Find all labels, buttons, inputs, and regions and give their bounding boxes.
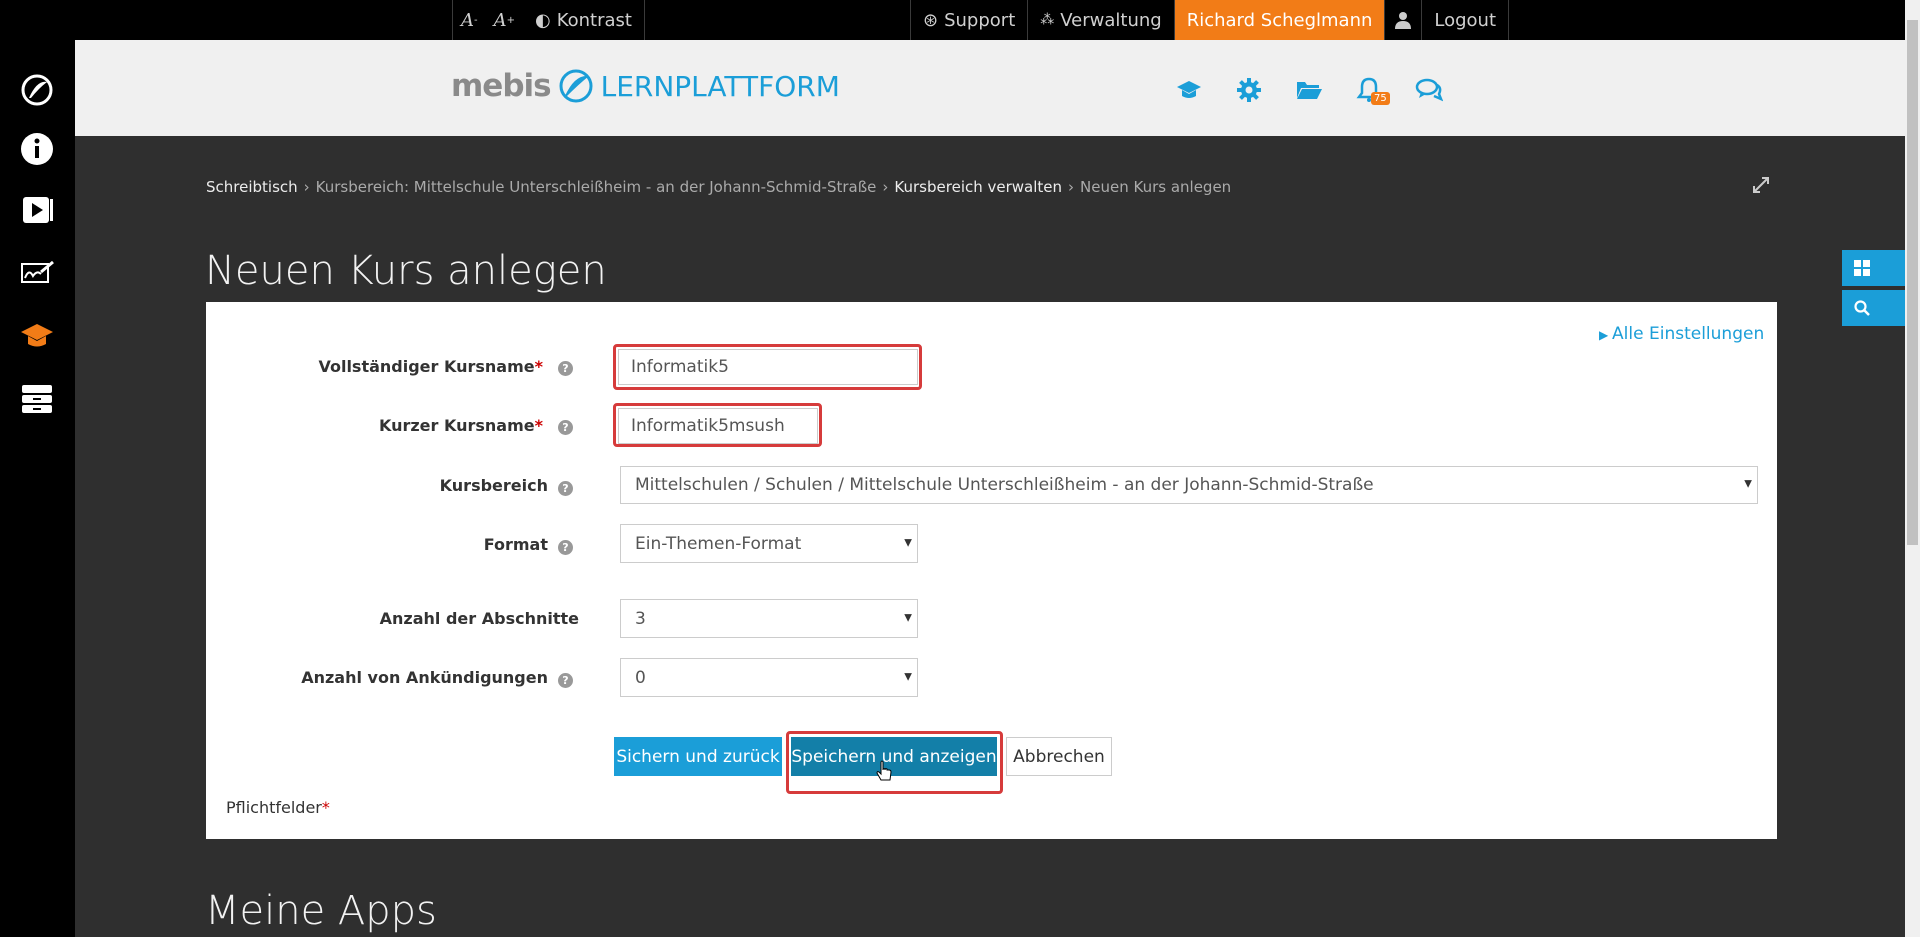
block-drawer-tab[interactable] [1842,250,1905,286]
fullname-label: Vollständiger Kursname* [318,357,543,376]
logout-link[interactable]: Logout [1421,0,1510,40]
news-select-value: 0 [635,667,646,688]
archive-icon[interactable] [17,378,57,418]
signature-icon[interactable] [17,252,57,292]
sections-label: Anzahl der Abschnitte [379,609,579,628]
breadcrumb-separator: › [303,178,310,196]
logo-mebis-text: mebis [451,68,552,104]
user-menu[interactable]: Richard Scheglmann [1173,0,1385,40]
help-icon[interactable]: ? [558,420,573,435]
search-icon [1854,300,1870,316]
left-sidebar [0,0,75,937]
breadcrumb-kursbereich[interactable]: Kursbereich: Mittelschule Unterschleißhe… [316,178,877,196]
help-icon[interactable]: ? [558,481,573,496]
select-caret-icon: ▼ [904,670,912,682]
breadcrumb: Schreibtisch › Kursbereich: Mittelschule… [206,178,1231,196]
select-caret-icon: ▼ [1744,478,1752,490]
graduation-cap-icon [1177,81,1201,98]
font-decrease-button[interactable]: A- [452,0,486,40]
info-icon[interactable] [17,129,57,169]
breadcrumb-schreibtisch[interactable]: Schreibtisch [206,178,298,196]
grid-icon [1854,260,1870,276]
notification-count-badge: 75 [1371,92,1390,105]
font-increase-button[interactable]: A + [486,0,523,40]
video-icon[interactable] [17,190,57,230]
save-display-button[interactable]: Speichern und anzeigen [791,737,997,776]
required-mark: * [534,357,543,376]
contrast-label: Kontrast [556,9,632,31]
contrast-button[interactable]: ◐ Kontrast [523,0,645,40]
cancel-button[interactable]: Abbrechen [1006,737,1112,776]
help-icon[interactable]: ? [558,673,573,688]
breadcrumb-separator: › [882,178,889,196]
font-increase-icon: A [493,9,507,31]
apps-section-title: Meine Apps [205,888,437,934]
logout-label: Logout [1434,9,1497,31]
font-decrease-icon: A [461,9,474,31]
search-tab[interactable] [1842,290,1905,326]
breadcrumb-current: Neuen Kurs anlegen [1080,178,1232,196]
help-icon[interactable]: ? [558,540,573,555]
files-button[interactable] [1295,76,1325,106]
verwaltung-link[interactable]: ⁂ Verwaltung [1027,0,1173,40]
logo-lernplattform-text: LERNPLATTFORM [600,69,840,103]
mebis-home-icon[interactable] [17,70,57,110]
leaf-logo-icon [559,69,593,103]
breadcrumb-separator: › [1068,178,1075,196]
mebis-logo[interactable]: mebis LERNPLATTFORM [451,68,840,104]
alle-einstellungen-link[interactable]: ▶ Alle Einstellungen [1599,324,1764,344]
breadcrumb-kursbereich-verwalten[interactable]: Kursbereich verwalten [894,178,1062,196]
shortname-input[interactable]: Informatik5msush [618,408,818,444]
settings-button[interactable] [1235,76,1265,106]
alle-einstellungen-label: Alle Einstellungen [1612,324,1765,344]
news-select[interactable]: 0 ▼ [620,658,918,697]
required-mark: * [321,798,330,817]
help-icon[interactable]: ? [558,361,573,376]
select-caret-icon: ▼ [904,536,912,548]
site-header: mebis LERNPLATTFORM 75 [75,40,1905,136]
required-mark: * [534,416,543,435]
select-caret-icon: ▼ [904,611,912,623]
chat-bubbles-icon [1415,78,1444,102]
support-link[interactable]: ⊛ Support [910,0,1027,40]
messages-button[interactable] [1415,76,1445,106]
sitemap-icon: ⁂ [1040,12,1055,28]
save-return-button[interactable]: Sichern und zurück [614,737,782,776]
shortname-label: Kurzer Kursname* [378,416,543,435]
lifebuoy-icon: ⊛ [923,9,939,31]
scrollbar-thumb[interactable] [1907,20,1918,545]
caret-right-icon: ▶ [1599,328,1613,342]
format-select[interactable]: Ein-Themen-Format ▼ [620,524,918,563]
gear-icon [1237,78,1261,102]
category-select[interactable]: Mittelschulen / Schulen / Mittelschule U… [620,466,1758,504]
category-label: Kursbereich [439,476,548,495]
sections-select[interactable]: 3 ▼ [620,599,918,638]
category-select-value: Mittelschulen / Schulen / Mittelschule U… [635,475,1374,495]
sections-select-value: 3 [635,608,646,629]
graduation-cap-icon[interactable] [17,316,57,356]
fullname-input[interactable]: Informatik5 [618,349,918,385]
header-icons: 75 [1175,76,1475,106]
user-icon [1395,12,1412,29]
profile-button[interactable] [1384,0,1421,40]
user-name: Richard Scheglmann [1186,9,1373,31]
courses-button[interactable] [1175,76,1205,106]
notifications-button[interactable]: 75 [1355,76,1390,106]
expand-icon[interactable] [1752,176,1770,194]
verwaltung-label: Verwaltung [1060,9,1162,31]
folder-open-icon [1297,82,1322,99]
page-title: Neuen Kurs anlegen [205,248,607,294]
format-select-value: Ein-Themen-Format [635,533,802,554]
top-bar: A- A + ◐ Kontrast ⊛ Support ⁂ Verwaltung … [75,0,1905,40]
support-label: Support [944,9,1016,31]
required-fields-note: Pflichtfelder* [226,798,330,817]
contrast-icon: ◐ [535,9,551,31]
news-label: Anzahl von Ankündigungen [301,668,548,687]
format-label: Format [483,535,548,554]
mouse-pointer-icon [876,760,892,781]
